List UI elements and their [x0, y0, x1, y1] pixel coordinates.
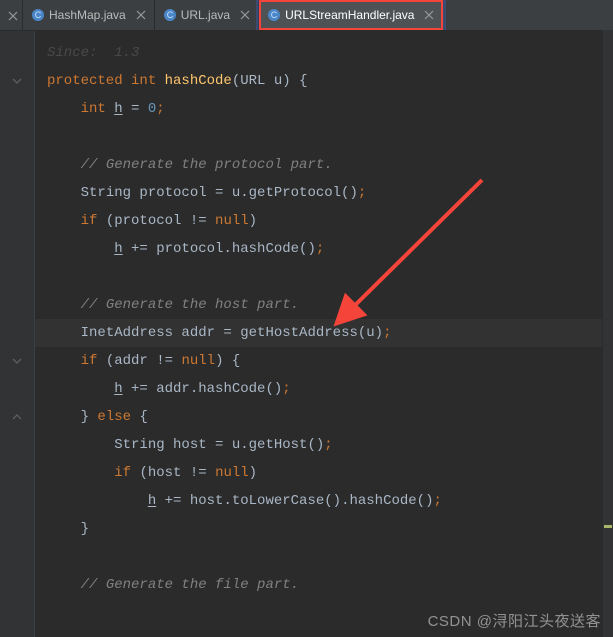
code-line[interactable]: InetAddress addr = getHostAddress(u); [35, 319, 613, 347]
close-icon[interactable] [136, 10, 146, 20]
code-line[interactable] [47, 123, 605, 151]
fold-collapse-icon[interactable] [12, 76, 22, 86]
fold-expand-icon[interactable] [12, 412, 22, 422]
editor-tab[interactable]: C HashMap.java [23, 0, 155, 30]
close-icon[interactable] [240, 10, 250, 20]
code-line[interactable]: // Generate the host part. [47, 291, 605, 319]
java-class-icon: C [267, 8, 281, 22]
code-line[interactable]: String host = u.getHost(); [47, 431, 605, 459]
code-line[interactable]: h += host.toLowerCase().hashCode(); [47, 487, 605, 515]
fold-collapse-icon[interactable] [12, 356, 22, 366]
code-line[interactable]: if (host != null) [47, 459, 605, 487]
close-icon[interactable] [8, 10, 18, 20]
code-line[interactable] [47, 543, 605, 571]
close-icon[interactable] [424, 10, 434, 20]
code-area[interactable]: Since: 1.3protected int hashCode(URL u) … [35, 31, 613, 637]
svg-text:C: C [166, 10, 173, 20]
java-class-icon: C [31, 8, 45, 22]
java-class-icon: C [163, 8, 177, 22]
code-line[interactable]: String protocol = u.getProtocol(); [47, 179, 605, 207]
code-line[interactable]: if (protocol != null) [47, 207, 605, 235]
code-line[interactable]: Since: 1.3 [47, 39, 605, 67]
code-line[interactable]: h += addr.hashCode(); [47, 375, 605, 403]
marker-stripe[interactable] [602, 30, 613, 637]
code-line[interactable]: // Generate the file part. [47, 571, 605, 599]
code-line[interactable]: if (addr != null) { [47, 347, 605, 375]
svg-text:C: C [35, 10, 42, 20]
editor-tab-label: HashMap.java [49, 8, 126, 22]
code-line[interactable]: int h = 0; [47, 95, 605, 123]
code-line[interactable]: } else { [47, 403, 605, 431]
code-line[interactable]: h += protocol.hashCode(); [47, 235, 605, 263]
code-line[interactable]: protected int hashCode(URL u) { [47, 67, 605, 95]
editor-tab-label: URLStreamHandler.java [285, 8, 414, 22]
editor-tab[interactable]: C URLStreamHandler.java [259, 0, 443, 30]
editor-tab-sliver[interactable] [0, 0, 23, 30]
svg-text:C: C [271, 10, 278, 20]
editor-tabs[interactable]: C HashMap.java C URL.java C URLStreamHandler.… [0, 0, 613, 31]
gutter[interactable] [0, 31, 35, 637]
stripe-mark[interactable] [604, 525, 612, 528]
code-line[interactable] [47, 263, 605, 291]
code-line[interactable]: // Generate the protocol part. [47, 151, 605, 179]
editor-tab[interactable]: C URL.java [155, 0, 259, 30]
editor-tab-label: URL.java [181, 8, 230, 22]
code-line[interactable]: } [47, 515, 605, 543]
editor[interactable]: Since: 1.3protected int hashCode(URL u) … [0, 31, 613, 637]
